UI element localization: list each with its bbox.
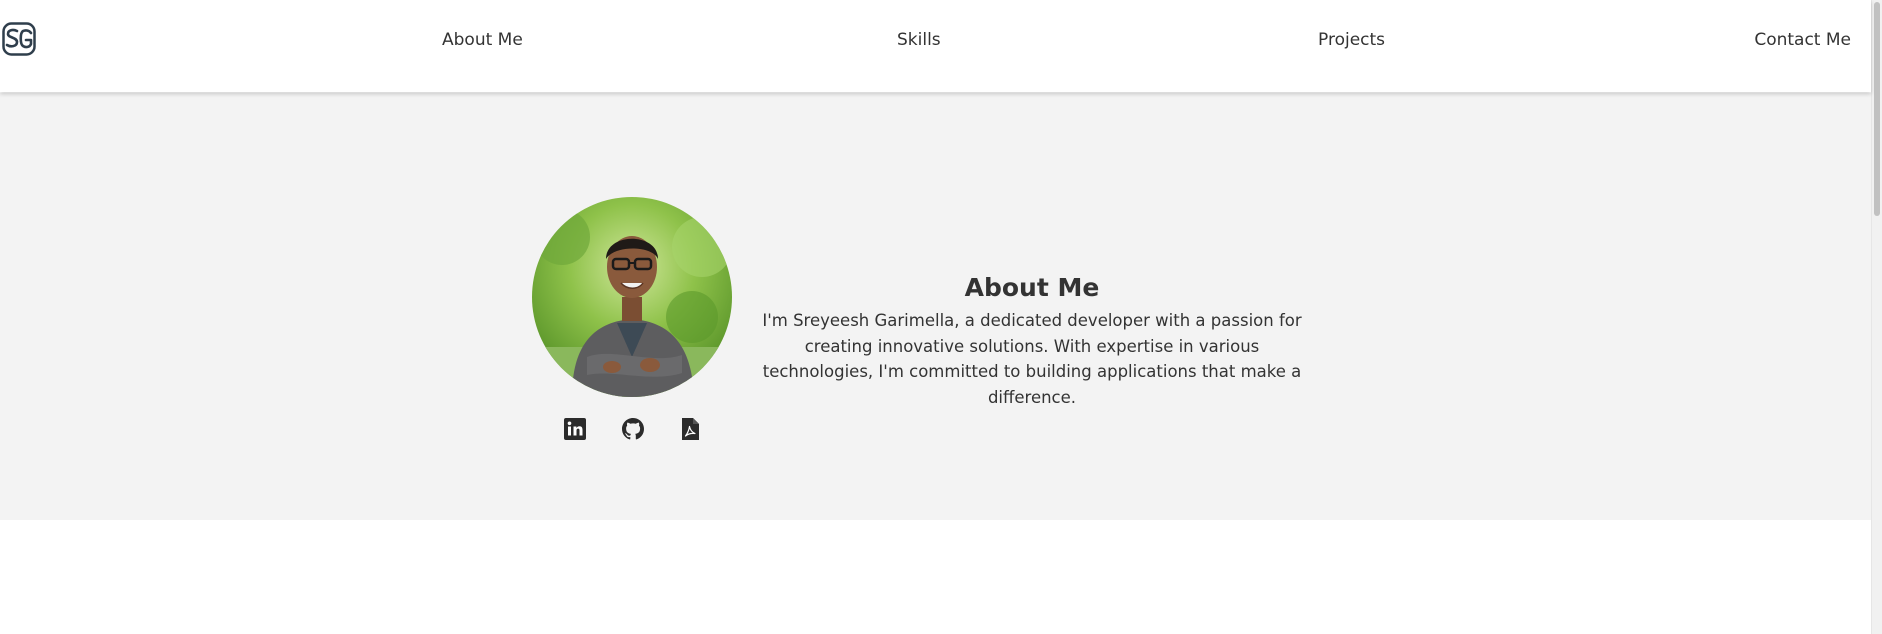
nav-skills[interactable]: Skills xyxy=(897,30,941,50)
about-description: I'm Sreyeesh Garimella, a dedicated deve… xyxy=(762,311,1302,407)
scrollbar-thumb[interactable] xyxy=(1874,2,1880,216)
navbar: About Me Skills Projects Contact Me xyxy=(0,0,1871,92)
github-icon[interactable] xyxy=(621,417,645,441)
linkedin-icon[interactable] xyxy=(563,417,587,441)
nav-contact-me[interactable]: Contact Me xyxy=(1754,30,1851,50)
sg-logo-icon[interactable] xyxy=(2,22,36,56)
page: About Me Skills Projects Contact Me Abou… xyxy=(0,0,1871,634)
social-links xyxy=(563,417,703,445)
about-title: About Me xyxy=(964,273,1100,302)
pdf-resume-icon[interactable] xyxy=(678,417,702,441)
about-section: About Me I'm Sreyeesh Garimella, a dedic… xyxy=(0,93,1871,520)
nav-projects[interactable]: Projects xyxy=(1318,30,1385,50)
about-text-block: About Me I'm Sreyeesh Garimella, a dedic… xyxy=(748,272,1316,410)
profile-photo xyxy=(532,197,732,397)
nav-about-me[interactable]: About Me xyxy=(442,30,523,50)
vertical-scrollbar[interactable] xyxy=(1871,0,1882,634)
